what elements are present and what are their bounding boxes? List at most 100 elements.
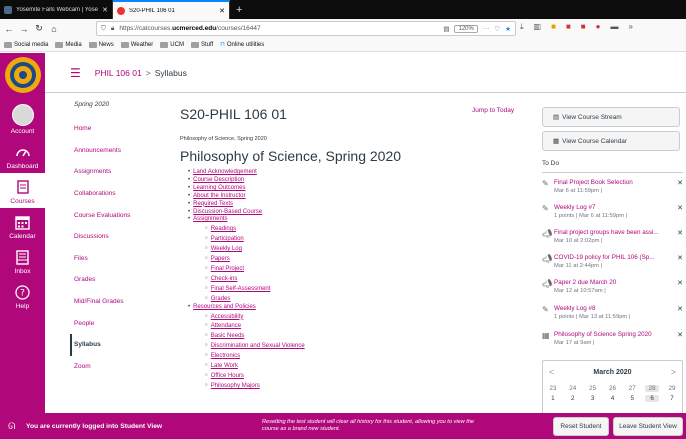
calendar-day[interactable]: 25 [586, 385, 600, 392]
calendar-day[interactable]: 29 [665, 385, 679, 392]
bookmark-weather[interactable]: Weather [120, 41, 153, 48]
reader-view-icon[interactable]: ▤ [443, 25, 449, 33]
toc-link[interactable]: Late Work [211, 363, 238, 369]
calendar-day[interactable]: 5 [625, 395, 639, 402]
page-actions-icon[interactable]: ··· [483, 25, 490, 32]
dismiss-icon[interactable]: ✕ [677, 305, 683, 320]
todo-title-link[interactable]: Weekly Log #8 [554, 305, 672, 312]
view-course-calendar-button[interactable]: ▦ View Course Calendar [542, 131, 680, 151]
calendar-day[interactable]: 26 [605, 385, 619, 392]
toc-link[interactable]: Office Hours [211, 373, 244, 379]
bookmark-social-media[interactable]: Social media [4, 41, 48, 48]
forward-icon[interactable]: → [19, 24, 29, 34]
course-nav-course-evaluations[interactable]: Course Evaluations [74, 204, 174, 226]
extension-icon[interactable]: ■ [581, 22, 586, 32]
calendar-day[interactable]: 27 [625, 385, 639, 392]
toc-link[interactable]: Resources and Policies [193, 304, 256, 310]
toc-link[interactable]: Attendance [211, 323, 241, 329]
global-nav-help[interactable]: ? Help [0, 278, 45, 313]
calendar-day[interactable]: 2 [566, 395, 580, 402]
bookmark-ucm[interactable]: UCM [160, 41, 184, 48]
overflow-icon[interactable]: » [628, 22, 632, 32]
calendar-prev-icon[interactable]: < [549, 367, 554, 377]
toc-link[interactable]: Electronics [211, 353, 240, 359]
calendar-day-today[interactable]: 6 [645, 394, 660, 402]
toc-link[interactable]: Check-ins [211, 276, 238, 282]
calendar-day[interactable]: 4 [605, 395, 619, 402]
todo-title-link[interactable]: Weekly Log #7 [554, 204, 672, 211]
toc-link[interactable]: Grades [211, 296, 231, 302]
bookmark-online-utilities[interactable]: ⊓ Online utilities [220, 41, 264, 49]
toc-link[interactable]: Discussion-Based Course [193, 209, 262, 215]
dismiss-icon[interactable]: ✕ [677, 204, 683, 219]
new-tab-button[interactable]: + [230, 0, 248, 19]
toc-link[interactable]: Basic Needs [211, 333, 245, 339]
toc-link[interactable]: Required Texts [193, 201, 233, 207]
shield-icon[interactable]: ⛉ [101, 25, 106, 33]
back-icon[interactable]: ← [4, 24, 14, 34]
toc-link[interactable]: Papers [211, 256, 230, 262]
toc-link[interactable]: Discrimination and Sexual Violence [211, 343, 305, 349]
url-bar[interactable]: ⛉ 🔒︎ https://catcourses.ucmerced.edu/cou… [96, 21, 516, 36]
toc-link[interactable]: Final Project [211, 266, 244, 272]
course-nav-discussions[interactable]: Discussions [74, 226, 174, 248]
todo-title-link[interactable]: Paper 2 due March 20 [554, 279, 672, 286]
leave-student-view-button[interactable]: Leave Student View [613, 417, 683, 436]
toc-link[interactable]: Final Self-Assessment [211, 286, 271, 292]
extension-icon[interactable]: ■ [566, 22, 571, 32]
todo-title-link[interactable]: Final project groups have been assi... [554, 229, 672, 236]
pocket-icon[interactable]: ♡ [494, 25, 500, 33]
extension-icon[interactable]: ● [596, 22, 601, 32]
global-nav-inbox[interactable]: Inbox [0, 243, 45, 278]
library-icon[interactable]: ▥ [534, 22, 542, 32]
course-nav-files[interactable]: Files [74, 248, 174, 270]
dismiss-icon[interactable]: ✕ [677, 331, 683, 346]
home-icon[interactable]: ⌂ [49, 24, 59, 34]
reset-student-button[interactable]: Reset Student [553, 417, 609, 436]
browser-tab-canvas[interactable]: S20-PHIL 106 01 ✕ [113, 0, 230, 19]
toc-link[interactable]: Assignments [193, 216, 227, 222]
toc-link[interactable]: About the Instructor [193, 193, 245, 199]
toc-link[interactable]: Course Description [193, 177, 244, 183]
global-nav-calendar[interactable]: Calendar [0, 208, 45, 243]
extension-icon[interactable]: ▬ [610, 22, 618, 32]
close-tab-icon[interactable]: ✕ [102, 6, 108, 14]
course-nav-syllabus[interactable]: Syllabus [70, 333, 174, 356]
toc-link[interactable]: Learning Outcomes [193, 185, 245, 191]
course-nav-mid-final-grades[interactable]: Mid/Final Grades [74, 291, 174, 313]
global-nav-dashboard[interactable]: Dashboard [0, 138, 45, 173]
calendar-day[interactable]: 28 [645, 384, 660, 392]
course-nav-home[interactable]: Home [74, 118, 174, 140]
dismiss-icon[interactable]: ✕ [677, 279, 683, 294]
hamburger-menu-icon[interactable]: ☰ [70, 66, 81, 80]
course-nav-zoom[interactable]: Zoom [74, 356, 174, 378]
jump-to-today-link[interactable]: Jump to Today [472, 107, 514, 114]
dismiss-icon[interactable]: ✕ [677, 179, 683, 194]
toc-link[interactable]: Accessibility [211, 314, 244, 320]
extension-icon[interactable]: ■ [551, 22, 556, 32]
bookmark-news[interactable]: News [88, 41, 114, 48]
view-course-stream-button[interactable]: ▤ View Course Stream [542, 107, 680, 127]
calendar-day[interactable]: 23 [546, 385, 560, 392]
dismiss-icon[interactable]: ✕ [677, 229, 683, 244]
course-nav-announcements[interactable]: Announcements [74, 140, 174, 162]
breadcrumb-course[interactable]: PHIL 106 01 [95, 68, 142, 78]
calendar-day[interactable]: 1 [546, 395, 560, 402]
course-nav-grades[interactable]: Grades [74, 269, 174, 291]
bookmark-star-icon[interactable]: ★ [505, 25, 511, 33]
downloads-icon[interactable]: ⤓ [520, 22, 524, 32]
course-nav-assignments[interactable]: Assignments [74, 161, 174, 183]
bookmark-media[interactable]: Media [55, 41, 82, 48]
toc-link[interactable]: Participation [211, 236, 244, 242]
calendar-day[interactable]: 7 [665, 395, 679, 402]
dismiss-icon[interactable]: ✕ [677, 254, 683, 269]
browser-tab-yosemite[interactable]: Yosemite Falls Webcam | Yose ✕ [0, 0, 113, 19]
toc-link[interactable]: Philosophy Majors [211, 383, 260, 389]
todo-title-link[interactable]: Philosophy of Science Spring 2020 [554, 331, 672, 338]
reload-icon[interactable]: ↻ [34, 23, 44, 34]
toc-link[interactable]: Land Acknowledgement [193, 169, 257, 175]
toc-link[interactable]: Weekly Log [211, 246, 242, 252]
calendar-day[interactable]: 24 [566, 385, 580, 392]
toc-link[interactable]: Readings [211, 226, 236, 232]
course-nav-people[interactable]: People [74, 312, 174, 334]
